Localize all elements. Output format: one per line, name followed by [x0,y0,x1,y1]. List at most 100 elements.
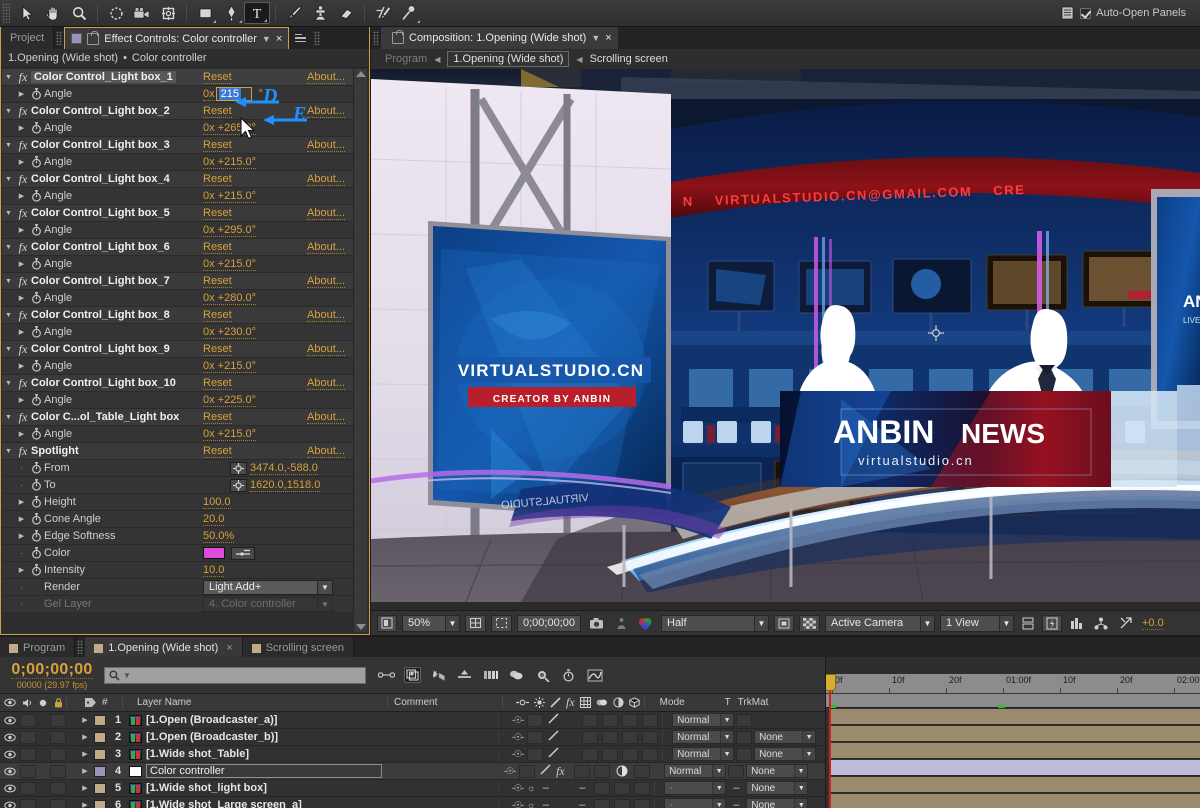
work-area-bar[interactable] [826,694,1200,709]
effect-header-row[interactable]: ▼ fx Color Control_Light box_9 Reset About..… [2,341,354,358]
frame-blend-switch[interactable] [582,747,599,761]
blend-mode-selector[interactable]: - ▼ [664,798,727,808]
toolbar-grip[interactable] [2,3,10,23]
video-visibility-toggle[interactable] [0,784,20,793]
property-twirl-icon[interactable]: ▶ [15,260,28,268]
stopwatch-icon[interactable] [28,224,44,236]
stopwatch-icon[interactable] [28,122,44,134]
effect-name[interactable]: Color Control_Light box_5 [31,207,170,219]
reset-button[interactable]: Reset [203,411,232,424]
video-visibility-toggle[interactable] [0,801,20,808]
motion-blur-switch[interactable] [594,798,611,808]
chevron-down-icon[interactable]: ▼ [794,765,808,777]
auto-open-panels-toggle[interactable]: Auto-Open Panels [1080,7,1186,19]
effect-list[interactable]: ▼ fx Color Control_Light box_1 Reset About..… [2,69,354,632]
breadcrumb-current-comp[interactable]: 1.Opening (Wide shot) [447,51,570,67]
hand-tool[interactable] [40,2,66,24]
property-twirl-icon[interactable]: ▶ [15,328,28,336]
frame-blend-switch[interactable] [574,764,591,778]
video-visibility-toggle[interactable] [0,767,20,776]
effect-property-row[interactable]: ▶ Edge Softness 50.0% [2,528,354,545]
preserve-transparency-toggle[interactable]: – [726,799,746,808]
layer-duration-bar[interactable] [829,743,1200,758]
composition-tab-grip[interactable] [373,31,379,45]
enable-frame-blending-icon[interactable] [456,667,473,683]
effect-property-row[interactable]: ▶ Intensity 10.0 [2,562,354,579]
chevron-down-icon[interactable]: ▼ [720,731,734,743]
take-snapshot-icon[interactable] [586,615,607,632]
stopwatch-icon[interactable] [28,428,44,440]
auto-keyframe-icon[interactable] [534,667,551,683]
brush-tool[interactable] [281,2,307,24]
effect-property-row[interactable]: · Color [2,545,354,562]
camera-tool[interactable] [129,2,155,24]
stopwatch-icon[interactable] [28,513,44,525]
stopwatch-icon[interactable] [28,292,44,304]
effect-property-row[interactable]: · Render Light Add+ ▼ [2,579,354,596]
layer-twirl-icon[interactable]: ▶ [78,750,92,758]
effect-header-row[interactable]: ▼ fx Color C...ol_Table_Light box Reset Abou… [2,409,354,426]
chevron-down-icon[interactable]: ▼ [712,765,726,777]
effect-header-row[interactable]: ▼ fx Color Control_Light box_10 Reset About.… [2,375,354,392]
resolution-selector[interactable]: Half ▼ [661,614,769,632]
label-color-swatch[interactable] [92,714,108,726]
3d-layer-switch[interactable] [634,781,651,795]
panel-edge-grip[interactable] [314,31,321,45]
timeline-flowchart-icon[interactable] [1067,615,1086,632]
angle-value[interactable]: 0x +215.0° [203,428,257,441]
frame-blend-switch-icon[interactable]: – [574,782,590,794]
chevron-down-icon[interactable]: ▼ [802,748,816,760]
label-color-swatch[interactable] [92,765,108,777]
audio-toggle[interactable] [20,764,36,778]
effect-property-row[interactable]: ▶ Angle 0x +295.0° [2,222,354,239]
effect-property-row[interactable]: ▶ Height 100.0 [2,494,354,511]
stopwatch-icon[interactable] [28,496,44,508]
stopwatch-icon[interactable] [28,394,44,406]
collapse-switch-icon[interactable]: ☼ [527,800,535,808]
effect-header-row[interactable]: ▼ fx Color Control_Light box_7 Reset About..… [2,273,354,290]
layer-duration-bar[interactable] [829,709,1200,724]
property-twirl-icon[interactable]: ▶ [15,396,28,404]
audio-toggle[interactable] [20,781,36,795]
effect-property-row[interactable]: ▶ Cone Angle 20.0 [2,511,354,528]
stopwatch-icon[interactable] [28,462,44,474]
3d-layer-switch[interactable] [634,798,651,808]
stopwatch-icon[interactable] [28,547,44,559]
layer-twirl-icon[interactable]: ▶ [78,733,92,741]
graph-editor-icon[interactable] [586,667,603,683]
tab-composition[interactable]: Composition: 1.Opening (Wide shot) ▼ × [381,27,618,49]
zoom-chevron-down-icon[interactable]: ▼ [445,615,459,631]
collapse-switch-icon[interactable]: ☼ [527,783,535,793]
adjustment-layer-switch[interactable] [622,713,639,727]
point-picker-icon[interactable] [230,478,247,492]
clone-stamp-tool[interactable] [307,2,333,24]
breadcrumb-program[interactable]: Program [385,53,427,65]
angle-value[interactable]: 0x +280.0° [203,292,257,305]
preserve-transparency-toggle[interactable] [734,713,754,727]
camera-chevron-down-icon[interactable]: ▼ [920,615,934,631]
motion-blur-switch[interactable] [602,730,619,744]
3d-layer-switch[interactable] [634,764,651,778]
layer-duration-bars[interactable] [826,708,1200,808]
chevron-down-icon[interactable]: ▼ [794,782,808,794]
effect-header-row[interactable]: ▼ fx Color Control_Light box_2 Reset About..… [2,103,354,120]
stopwatch-icon[interactable] [28,530,44,542]
motion-blur-switch[interactable] [594,781,611,795]
layer-name[interactable]: [1.Wide shot_light box] [146,782,382,794]
collapse-switch[interactable] [527,747,544,761]
stopwatch-icon[interactable] [28,258,44,270]
effect-controls-scrollbar[interactable] [353,69,367,632]
effect-property-row[interactable]: ▶ Angle 0x +265.0° [2,120,354,137]
effect-header-row[interactable]: ▼ fx Color Control_Light box_8 Reset About..… [2,307,354,324]
layer-track[interactable] [826,708,1200,725]
label-color-swatch[interactable] [92,799,108,808]
property-twirl-icon[interactable]: ▶ [15,566,28,574]
stopwatch-icon[interactable] [28,190,44,202]
effect-header-row[interactable]: ▼ fx Color Control_Light box_4 Reset About..… [2,171,354,188]
effect-header-row[interactable]: ▼ fx Color Control_Light box_5 Reset About..… [2,205,354,222]
effect-name[interactable]: Color Control_Light box_9 [31,343,170,355]
shy-switch-icon[interactable]: -☉- [512,783,524,794]
property-twirl-icon[interactable]: ▶ [15,192,28,200]
effect-property-row[interactable]: · To 1620.0,1518.0 [2,477,354,494]
layer-name[interactable]: [1.Open (Broadcaster_b)] [146,731,382,743]
